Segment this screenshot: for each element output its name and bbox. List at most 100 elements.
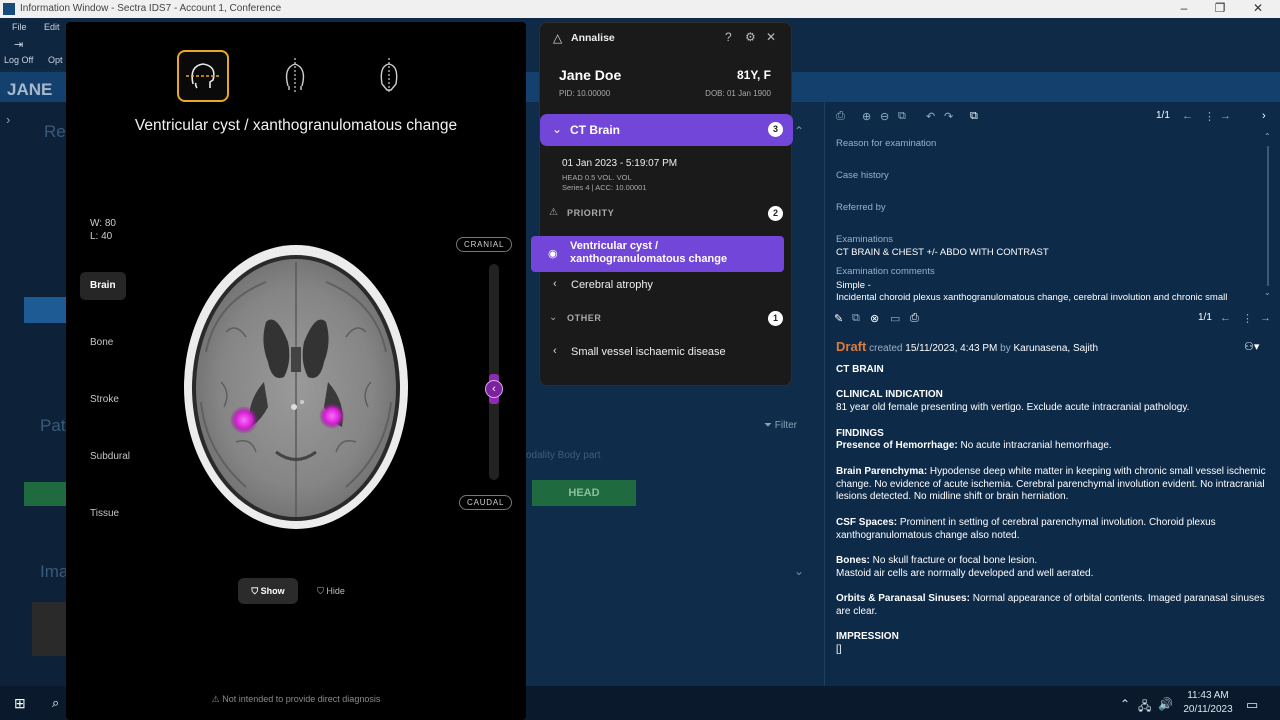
menu-edit[interactable]: Edit xyxy=(44,22,60,32)
other-section-header[interactable]: ⌄ OTHER 1 xyxy=(540,308,793,330)
requisition-toolbar: ⎙ ⊕ ⊖ ⧉ ↶ ↷ ⧉ 1/1 ← ⋮ → › xyxy=(832,110,1272,130)
zoom-in-icon[interactable]: ⊕ xyxy=(862,110,871,123)
show-icon: ⛉ xyxy=(251,586,261,596)
more-icon[interactable]: ⋮ xyxy=(1204,110,1215,123)
fit-icon[interactable]: ⧉ xyxy=(898,110,906,123)
rotate-right-icon[interactable]: ↷ xyxy=(944,110,953,123)
external-link-icon[interactable]: ⧉ xyxy=(970,110,978,123)
priority-label: PRIORITY xyxy=(567,208,615,218)
created-date: 15/11/2023, 4:43 PM xyxy=(905,343,998,354)
chevron-down-icon[interactable]: ⌄ xyxy=(794,564,804,578)
report-heading: CT BRAIN xyxy=(836,364,884,375)
study-name: CT Brain xyxy=(570,123,621,137)
options-button[interactable]: Opt xyxy=(48,55,63,65)
hide-overlay-button[interactable]: ⛉ Hide xyxy=(308,578,354,604)
minimize-button[interactable]: – xyxy=(1166,0,1202,18)
slider-label-caudal: CAUDAL xyxy=(459,495,513,510)
hide-icon: ⛉ xyxy=(317,586,327,596)
zoom-out-icon[interactable]: ⊖ xyxy=(880,110,889,123)
form-scrollbar[interactable]: ⌃ ⌄ xyxy=(1264,132,1272,302)
logoff-icon[interactable]: ⇥ xyxy=(14,38,23,51)
print-icon[interactable]: ⎙ xyxy=(836,110,845,123)
chevron-left-icon: ‹ xyxy=(553,278,557,290)
ct-brain-image[interactable] xyxy=(176,242,416,532)
prev-page-icon[interactable]: ← xyxy=(1182,110,1193,122)
more-icon[interactable]: ⋮ xyxy=(1242,312,1253,325)
help-icon[interactable]: ? xyxy=(725,30,732,44)
delete-icon[interactable]: ⊗ xyxy=(870,312,879,325)
next-page-icon[interactable]: → xyxy=(1260,312,1271,324)
examinations-value: CT BRAIN & CHEST +/- ABDO WITH CONTRAST xyxy=(836,247,1049,258)
created-label: created xyxy=(869,343,903,354)
logoff-button[interactable]: Log Off xyxy=(4,55,33,65)
finding-small-vessel[interactable]: ‹ Small vessel ischaemic disease xyxy=(540,335,793,371)
notification-icon[interactable]: ▭ xyxy=(1246,697,1258,713)
copy-icon[interactable]: ⧉ xyxy=(852,312,860,325)
tray-clock[interactable]: 11:43 AM 20/11/2023 xyxy=(1176,689,1240,717)
finding-label: Small vessel ischaemic disease xyxy=(571,346,726,358)
edit-icon[interactable]: ✎ xyxy=(834,312,843,325)
study-ct-brain[interactable]: ⌄ CT Brain 3 xyxy=(540,114,793,146)
settings-gear-icon[interactable]: ⚙ xyxy=(745,30,756,44)
add-user-icon[interactable]: ⚇▾ xyxy=(1244,340,1259,353)
pacs-selected-row[interactable] xyxy=(24,297,66,323)
pacs-menu: File Edit ⇥ Log Off Opt xyxy=(0,18,70,70)
window-level-readout: W: 80 L: 40 xyxy=(90,217,116,243)
network-icon[interactable]: 🖧 xyxy=(1138,697,1151,718)
referred-label: Referred by xyxy=(836,202,886,213)
chevron-left-icon: ‹ xyxy=(553,345,557,357)
thumbnail-image[interactable] xyxy=(32,602,66,656)
body-part-cell[interactable]: HEAD xyxy=(532,480,636,506)
close-window-button[interactable]: ✕ xyxy=(1240,0,1276,18)
axial-view-button[interactable] xyxy=(177,50,229,102)
comment-icon[interactable]: ▭ xyxy=(890,312,900,325)
window-preset-tissue[interactable]: Tissue xyxy=(80,500,126,528)
window-preset-bone[interactable]: Bone xyxy=(80,329,126,357)
image-viewer: Ventricular cyst / xanthogranulomatous c… xyxy=(66,22,526,720)
window-presets: Brain Bone Stroke Subdural Tissue xyxy=(80,272,130,557)
expand-right-icon[interactable]: › xyxy=(1262,110,1266,122)
slice-slider[interactable] xyxy=(489,264,499,480)
maximize-button[interactable]: ❐ xyxy=(1202,0,1238,18)
coronal-view-button[interactable] xyxy=(269,50,321,102)
menu-file[interactable]: File xyxy=(12,22,27,32)
tray-arrow-icon[interactable]: ⌃ xyxy=(1120,697,1130,711)
report-body[interactable]: CT BRAIN CLINICAL INDICATION 81 year old … xyxy=(836,364,1266,670)
priority-section-header[interactable]: ⚠ PRIORITY 2 xyxy=(540,203,793,225)
finding-ventricular-cyst[interactable]: ◉ Ventricular cyst / xanthogranulomatous… xyxy=(531,236,784,272)
windows-start-icon[interactable]: ⊞ xyxy=(14,695,26,712)
clock-date: 20/11/2023 xyxy=(1183,704,1233,715)
other-count: 1 xyxy=(768,311,783,326)
collapse-icon[interactable]: ⌃ xyxy=(794,124,804,138)
close-icon[interactable]: ✕ xyxy=(766,30,776,44)
finding-cerebral-atrophy[interactable]: ‹ Cerebral atrophy xyxy=(540,268,793,304)
window-title: Information Window - Sectra IDS7 - Accou… xyxy=(20,3,282,14)
window-preset-subdural[interactable]: Subdural xyxy=(80,443,130,471)
show-overlay-button[interactable]: ⛉ Show xyxy=(238,578,298,604)
prev-page-icon[interactable]: ← xyxy=(1220,312,1231,324)
filter-button[interactable]: ⏷ Filter xyxy=(764,420,797,431)
impression-text: [] xyxy=(836,644,842,656)
expand-icon[interactable]: › xyxy=(6,112,10,127)
pacs-green-row[interactable] xyxy=(24,482,66,506)
window-preset-stroke[interactable]: Stroke xyxy=(80,386,126,414)
disclaimer: ⚠ Not intended to provide direct diagnos… xyxy=(66,694,526,705)
slider-label-cranial: CRANIAL xyxy=(456,237,513,252)
window-preset-brain[interactable]: Brain xyxy=(80,272,126,300)
next-page-icon[interactable]: → xyxy=(1220,110,1231,122)
rotate-left-icon[interactable]: ↶ xyxy=(926,110,935,123)
reason-label: Reason for examination xyxy=(836,138,937,149)
finding-label: Cerebral atrophy xyxy=(571,279,653,291)
sagittal-view-button[interactable] xyxy=(363,50,415,102)
bones-text: No skull fracture or focal bone lesion. xyxy=(869,554,1038,566)
warning-icon: ⚠ xyxy=(211,694,223,704)
parenchyma-label: Brain Parenchyma: xyxy=(836,465,928,477)
print-icon[interactable]: ⎙ xyxy=(910,312,919,325)
exam-comments-value: Incidental choroid plexus xanthogranulom… xyxy=(836,292,1228,303)
search-icon[interactable]: ⌕ xyxy=(52,695,59,711)
volume-icon[interactable]: 🔊 xyxy=(1158,697,1173,711)
patient-age-sex: 81Y, F xyxy=(736,68,771,82)
findings-title: FINDINGS xyxy=(836,427,884,439)
case-history-label: Case history xyxy=(836,170,889,181)
slice-slider-handle[interactable]: ‹ xyxy=(485,380,503,398)
